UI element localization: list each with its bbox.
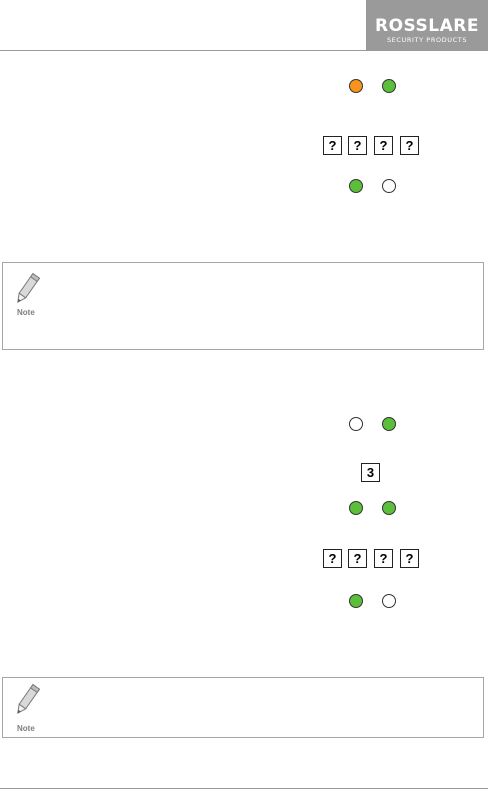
note-label: Note bbox=[17, 308, 35, 317]
led-indicator-green bbox=[349, 501, 363, 515]
logo-wordmark: ROSSLARE bbox=[375, 16, 479, 36]
pencil-icon bbox=[17, 272, 41, 304]
keypad-key: ? bbox=[400, 549, 419, 568]
led-indicator-green bbox=[349, 179, 363, 193]
logo-tagline: SECURITY PRODUCTS bbox=[386, 36, 468, 44]
keypad-key: 3 bbox=[361, 463, 380, 482]
keypad-key: ? bbox=[323, 136, 342, 155]
logo-block: ROSSLARE SECURITY PRODUCTS bbox=[366, 0, 488, 50]
note-box: Note bbox=[2, 262, 484, 350]
pencil-icon bbox=[17, 683, 41, 715]
led-indicator-off bbox=[349, 417, 363, 431]
keypad-key: ? bbox=[323, 549, 342, 568]
keypad-key: ? bbox=[348, 549, 367, 568]
keypad-key: ? bbox=[374, 549, 393, 568]
keypad-key: ? bbox=[348, 136, 367, 155]
keypad-key: ? bbox=[400, 136, 419, 155]
note-label: Note bbox=[17, 724, 35, 733]
led-indicator-orange bbox=[349, 79, 363, 93]
footer-divider bbox=[0, 788, 488, 789]
led-indicator-green bbox=[382, 501, 396, 515]
led-indicator-off bbox=[382, 179, 396, 193]
led-indicator-green bbox=[349, 594, 363, 608]
keypad-key: ? bbox=[374, 136, 393, 155]
led-indicator-off bbox=[382, 594, 396, 608]
header-divider bbox=[0, 50, 488, 51]
note-box: Note bbox=[2, 677, 484, 738]
led-indicator-green bbox=[382, 417, 396, 431]
led-indicator-green bbox=[382, 79, 396, 93]
